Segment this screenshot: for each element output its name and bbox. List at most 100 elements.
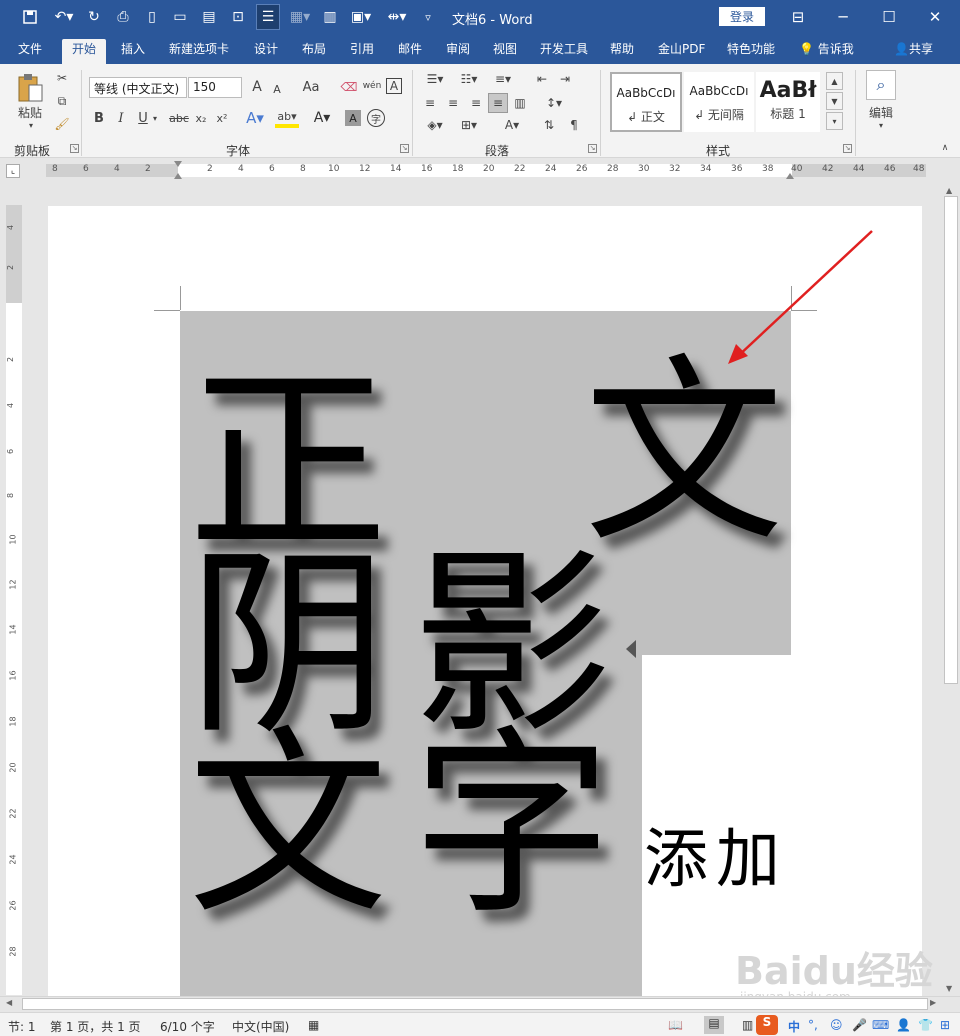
borders-icon[interactable]: ⊞▾ — [455, 116, 483, 134]
spacing-icon[interactable]: ⇹▾ — [382, 7, 412, 27]
increase-indent-icon[interactable]: ⇥ — [555, 70, 575, 88]
customize-icon[interactable]: ▿ — [420, 7, 436, 27]
styles-launcher-icon[interactable]: ↘ — [843, 144, 852, 153]
superscript-icon[interactable]: x² — [214, 109, 230, 127]
tab-selector-icon[interactable]: ⌞ — [6, 164, 20, 178]
justify-icon[interactable]: ≡ — [488, 93, 508, 113]
bullets-icon[interactable]: ☰▾ — [421, 70, 449, 88]
find-icon[interactable]: ⌕ — [866, 70, 896, 100]
table-icon[interactable]: ▦▾ — [286, 7, 314, 27]
tell-me[interactable]: 💡 告诉我 — [797, 39, 856, 64]
first-line-indent-marker[interactable] — [174, 161, 182, 167]
right-indent-marker[interactable] — [786, 173, 794, 179]
ime-skin-icon[interactable]: 👕 — [918, 1018, 933, 1032]
ribbon-display-icon[interactable]: ⊟ — [783, 6, 813, 28]
ime-chinese-icon[interactable]: 中 — [788, 1018, 800, 1035]
styles-more-icon[interactable]: ▾ — [826, 112, 843, 130]
phonetic-guide-icon[interactable]: wén — [362, 76, 382, 96]
horizontal-scroll-thumb[interactable] — [22, 998, 928, 1010]
highlight-icon[interactable]: ab▾ — [275, 108, 299, 128]
char-shading-icon[interactable]: A — [345, 110, 361, 126]
scroll-left-icon[interactable]: ◀ — [6, 998, 12, 1007]
new-doc-icon[interactable]: ▯ — [142, 7, 162, 27]
subscript-icon[interactable]: x₂ — [193, 109, 209, 127]
tab-kingsoft-pdf[interactable]: 金山PDF — [656, 39, 707, 64]
paste-icon[interactable] — [14, 72, 46, 104]
collapse-ribbon-icon[interactable]: ∧ — [938, 142, 952, 154]
ime-punct-icon[interactable]: °, — [808, 1018, 818, 1032]
open-folder-icon[interactable]: ▭ — [170, 7, 190, 27]
tab-design[interactable]: 设计 — [252, 39, 280, 64]
reading-mode-icon[interactable]: ☰ — [256, 4, 280, 30]
char-border-icon[interactable]: A — [386, 78, 402, 94]
editing-label[interactable]: 编辑 — [866, 104, 896, 120]
chinese-layout-icon[interactable]: A▾ — [498, 116, 526, 134]
copy-icon[interactable]: ⧉ — [54, 93, 70, 109]
bold-icon[interactable]: B — [92, 109, 106, 127]
editing-dropdown-icon[interactable]: ▾ — [876, 120, 886, 130]
read-mode-icon[interactable]: 📖 — [668, 1018, 683, 1032]
tab-review[interactable]: 审阅 — [444, 39, 472, 64]
login-button[interactable]: 登录 — [719, 7, 765, 26]
scroll-right-icon[interactable]: ▶ — [930, 998, 936, 1007]
horizontal-ruler[interactable]: ⌞ 8 6 4 2 2 4 6 8 10 12 14 16 18 20 22 2… — [0, 159, 960, 184]
redo-icon[interactable]: ↻ — [84, 7, 104, 27]
minimize-icon[interactable]: ─ — [828, 6, 858, 28]
tab-features[interactable]: 特色功能 — [725, 39, 777, 64]
shading-icon[interactable]: ◈▾ — [421, 116, 449, 134]
styles-scroll-up-icon[interactable]: ▲ — [826, 72, 843, 90]
doc-char[interactable]: 文 — [188, 726, 388, 926]
ime-voice-icon[interactable]: 🎤 — [852, 1018, 867, 1032]
text-effects-icon[interactable]: A▾ — [244, 108, 266, 128]
tab-insert[interactable]: 插入 — [119, 39, 147, 64]
align-right-icon[interactable]: ≡ — [467, 94, 485, 112]
ime-keyboard-icon[interactable]: ⌨ — [872, 1018, 889, 1032]
enclose-char-icon[interactable]: 字 — [367, 109, 385, 127]
added-text[interactable]: 添加 — [644, 828, 788, 892]
ime-emoji-icon[interactable]: ☺ — [830, 1018, 843, 1032]
close-icon[interactable]: ✕ — [920, 6, 950, 28]
vertical-scroll-thumb[interactable] — [944, 196, 958, 684]
tab-file[interactable]: 文件 — [16, 39, 44, 64]
vertical-ruler[interactable]: 4 2 2 4 6 8 10 12 14 16 18 20 22 24 26 2… — [6, 205, 22, 995]
status-pages[interactable]: 第 1 页，共 1 页 — [50, 1018, 141, 1035]
style-heading-1[interactable]: AaBł 标题 1 — [756, 72, 820, 132]
scroll-down-icon[interactable]: ▼ — [946, 984, 952, 993]
document-page[interactable]: 正 文 阴 影 文 字 添加 — [48, 206, 922, 996]
decrease-indent-icon[interactable]: ⇤ — [532, 70, 552, 88]
shrink-font-icon[interactable]: A — [270, 80, 284, 98]
numbering-icon[interactable]: ☷▾ — [455, 70, 483, 88]
strikethrough-icon[interactable]: abc — [167, 109, 191, 127]
align-left-icon[interactable]: ≡ — [421, 94, 439, 112]
paragraph-launcher-icon[interactable]: ↘ — [588, 144, 597, 153]
font-color-icon[interactable]: A▾ — [311, 108, 333, 128]
scroll-up-icon[interactable]: ▲ — [946, 186, 952, 195]
macro-record-icon[interactable]: ▦ — [308, 1018, 319, 1032]
sogou-ime-icon[interactable]: S — [756, 1015, 778, 1035]
paste-label[interactable]: 粘贴 — [14, 104, 46, 120]
tab-layout[interactable]: 布局 — [300, 39, 328, 64]
font-launcher-icon[interactable]: ↘ — [400, 144, 409, 153]
ime-toolbox-icon[interactable]: ⊞ — [940, 1018, 950, 1032]
maximize-icon[interactable]: ☐ — [874, 6, 904, 28]
paste-dropdown-icon[interactable]: ▾ — [26, 120, 36, 130]
italic-icon[interactable]: I — [114, 109, 128, 127]
doc-char[interactable]: 字 — [412, 726, 612, 926]
distributed-icon[interactable]: ▥ — [511, 94, 529, 112]
web-layout-icon[interactable]: ▥ — [742, 1018, 753, 1032]
tab-help[interactable]: 帮助 — [608, 39, 636, 64]
format-painter-icon[interactable]: 🖌 — [54, 116, 70, 132]
clipboard-icon[interactable]: ▣▾ — [346, 7, 376, 27]
share-button[interactable]: 👤共享 — [892, 39, 935, 64]
tab-view[interactable]: 视图 — [491, 39, 519, 64]
font-size-combo[interactable]: 150 — [188, 77, 242, 98]
print-layout-icon[interactable]: ▤ — [704, 1016, 724, 1034]
underline-dropdown-icon[interactable]: ▾ — [151, 109, 159, 127]
tab-mailings[interactable]: 邮件 — [396, 39, 424, 64]
styles-scroll-down-icon[interactable]: ▼ — [826, 92, 843, 110]
screenshot-icon[interactable]: ⊡ — [228, 7, 248, 27]
paste-special-icon[interactable]: ▤ — [199, 7, 219, 27]
grow-font-icon[interactable]: A — [249, 78, 265, 96]
hanging-indent-marker[interactable] — [174, 173, 182, 179]
status-language[interactable]: 中文(中国) — [232, 1018, 289, 1035]
